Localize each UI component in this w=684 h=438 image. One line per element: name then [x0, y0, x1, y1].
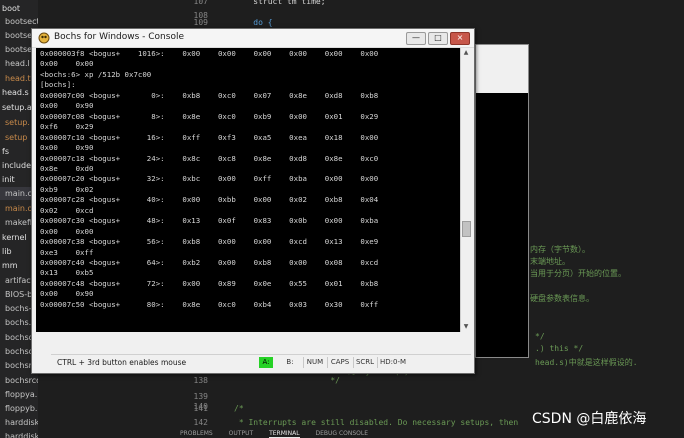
console-line: 0x13 0xb5: [40, 268, 94, 278]
line-number: 142: [193, 418, 208, 427]
console-line: 0xe3 0xff: [40, 247, 94, 257]
tree-item[interactable]: makefi: [0, 216, 32, 229]
console-line: 0x000003f8 <bogus+ 1016>: 0x00 0x00 0x00…: [40, 49, 379, 58]
console-line: <bochs:6> xp /512b 0x7c00: [40, 69, 152, 79]
console-line: 0x00 0x90: [40, 143, 94, 153]
console-line: 0x00007c20 <bogus+ 32>: 0xbc 0x00 0xff 0…: [40, 174, 379, 184]
scroll-lock-indicator: SCRL: [353, 357, 376, 368]
window-title: Bochs for Windows - Console: [54, 32, 184, 42]
console-line: 0x00007c50 <bogus+ 80>: 0x8e 0xc0 0xb4 0…: [40, 299, 379, 309]
maximize-button[interactable]: □: [428, 32, 448, 45]
tree-item[interactable]: artifact: [0, 274, 34, 287]
tree-item[interactable]: kernel: [0, 231, 27, 244]
title-bar[interactable]: Bochs for Windows - Console — □ ×: [32, 29, 474, 48]
tree-item[interactable]: include: [0, 159, 31, 172]
code-comment-fragment: 硬盘参数表信息。: [530, 294, 594, 303]
tree-item[interactable]: setup.: [0, 116, 30, 129]
console-line: 0x8e 0xd0: [40, 163, 94, 173]
close-button[interactable]: ×: [450, 32, 470, 45]
console-line: 0x00 0x90: [40, 289, 94, 299]
tree-item[interactable]: BIOS-b: [0, 288, 32, 301]
code-comment-fragment: .) this */: [535, 344, 584, 353]
code-line: /*: [234, 404, 244, 413]
console-line: 0x00 0x00: [40, 59, 94, 69]
bochs-icon: [38, 32, 50, 44]
line-number: 138: [193, 376, 208, 385]
console-line: 0x00007c28 <bogus+ 40>: 0x00 0xbb 0x00 0…: [40, 195, 379, 205]
scroll-down-arrow-icon[interactable]: ▼: [462, 323, 470, 331]
code-comment-fragment: 末端地址。: [530, 257, 570, 266]
code-comment-fragment: head.s)中就是这样假设的.: [535, 358, 638, 367]
code-comment-fragment: */: [535, 332, 545, 341]
tree-item[interactable]: setup.a: [0, 101, 32, 114]
code-comment-fragment: 当用于分页）开始的位置。: [530, 269, 626, 278]
tab-debug-console[interactable]: DEBUG CONSOLE: [316, 430, 369, 437]
console-line: 0xb9 0x02: [40, 184, 94, 194]
scroll-up-arrow-icon[interactable]: ▲: [462, 49, 470, 57]
num-lock-indicator: NUM: [303, 357, 326, 368]
panel-tabs: PROBLEMS OUTPUT TERMINAL DEBUG CONSOLE: [180, 430, 382, 438]
code-line: * Interrupts are still disabled. Do nece…: [234, 418, 519, 427]
tree-item[interactable]: head.t: [0, 72, 31, 85]
tree-item[interactable]: floppyb.img: [0, 402, 38, 415]
tree-item[interactable]: mm: [0, 259, 18, 272]
code-line: do {: [234, 18, 273, 27]
console-line: 0x00007c38 <bogus+ 56>: 0xb8 0x00 0x00 0…: [40, 237, 379, 247]
tab-problems[interactable]: PROBLEMS: [180, 430, 213, 437]
console-scrollbar[interactable]: ▲ ▼: [460, 48, 471, 332]
tree-item[interactable]: floppya.img: [0, 388, 38, 401]
tree-item[interactable]: harddisk.img: [0, 416, 38, 429]
line-number: 109: [193, 18, 208, 27]
status-message: CTRL + 3rd button enables mouse: [57, 358, 187, 367]
console-line: 0x00007c48 <bogus+ 72>: 0x00 0x89 0x0e 0…: [40, 278, 379, 288]
tree-item[interactable]: head.l: [0, 57, 30, 70]
console-line: 0x00007c18 <bogus+ 24>: 0x8c 0xc8 0x8e 0…: [40, 153, 379, 163]
console-line: 0x00 0x00: [40, 226, 94, 236]
tab-output[interactable]: OUTPUT: [229, 430, 253, 437]
watermark: CSDN @白鹿依海: [532, 411, 647, 427]
status-bar: CTRL + 3rd button enables mouse A: B: NU…: [51, 354, 471, 371]
console-line: 0x00007c40 <bogus+ 64>: 0xb2 0x00 0xb8 0…: [40, 258, 379, 267]
hard-disk-indicator: HD:0-M: [377, 357, 408, 368]
scroll-thumb[interactable]: [462, 221, 471, 237]
line-number: 107: [193, 0, 208, 6]
console-line: 0x00007c30 <bogus+ 48>: 0x13 0x0f 0x83 0…: [40, 216, 379, 226]
tree-item[interactable]: head.s: [0, 86, 29, 99]
console-line: 0x00 0x90: [40, 101, 94, 111]
code-line: struct tm time;: [234, 0, 326, 6]
console-line: 0x00007c00 <bogus+ 0>: 0xb8 0xc0 0x07 0x…: [40, 90, 379, 100]
code-line: */: [234, 376, 340, 385]
minimize-button[interactable]: —: [406, 32, 426, 45]
console-line: 0x00007c08 <bogus+ 8>: 0x8e 0xc0 0xb9 0x…: [40, 111, 379, 121]
tree-item[interactable]: bootsect.asm: [0, 15, 38, 28]
background-window-display: [476, 93, 528, 357]
tree-item[interactable]: bochsrcdbg.bxrc: [0, 374, 38, 387]
tree-item[interactable]: boot: [0, 2, 20, 15]
tree-item[interactable]: bootse: [0, 43, 32, 56]
floppy-b-indicator: B:: [286, 358, 294, 366]
tree-item[interactable]: fs: [0, 145, 9, 158]
console-line: 0x02 0xcd: [40, 205, 94, 215]
console-line: 0x00007c10 <bogus+ 16>: 0xff 0xf3 0xa5 0…: [40, 132, 379, 142]
line-number: 139: [193, 392, 208, 401]
tab-terminal[interactable]: TERMINAL: [269, 430, 300, 438]
caps-lock-indicator: CAPS: [327, 357, 352, 368]
floppy-a-indicator: A:: [259, 357, 273, 368]
tree-item[interactable]: main.o: [0, 202, 32, 215]
line-number: 141: [193, 404, 208, 413]
console-line: 0xf6 0x29: [40, 122, 94, 132]
bochs-console-window: Bochs for Windows - Console — □ × 0x0000…: [31, 28, 475, 374]
tree-item[interactable]: lib: [0, 245, 12, 258]
tree-item[interactable]: setup: [0, 131, 27, 144]
background-window[interactable]: [475, 44, 529, 358]
console-line: [bochs]:: [40, 80, 76, 90]
tree-item[interactable]: harddisk.img.lock: [0, 430, 38, 438]
console-output[interactable]: 0x000003f8 <bogus+ 1016>: 0x00 0x00 0x00…: [36, 48, 460, 332]
tree-item[interactable]: init: [0, 173, 15, 186]
code-comment-fragment: 内存（字节数）。: [530, 245, 590, 254]
